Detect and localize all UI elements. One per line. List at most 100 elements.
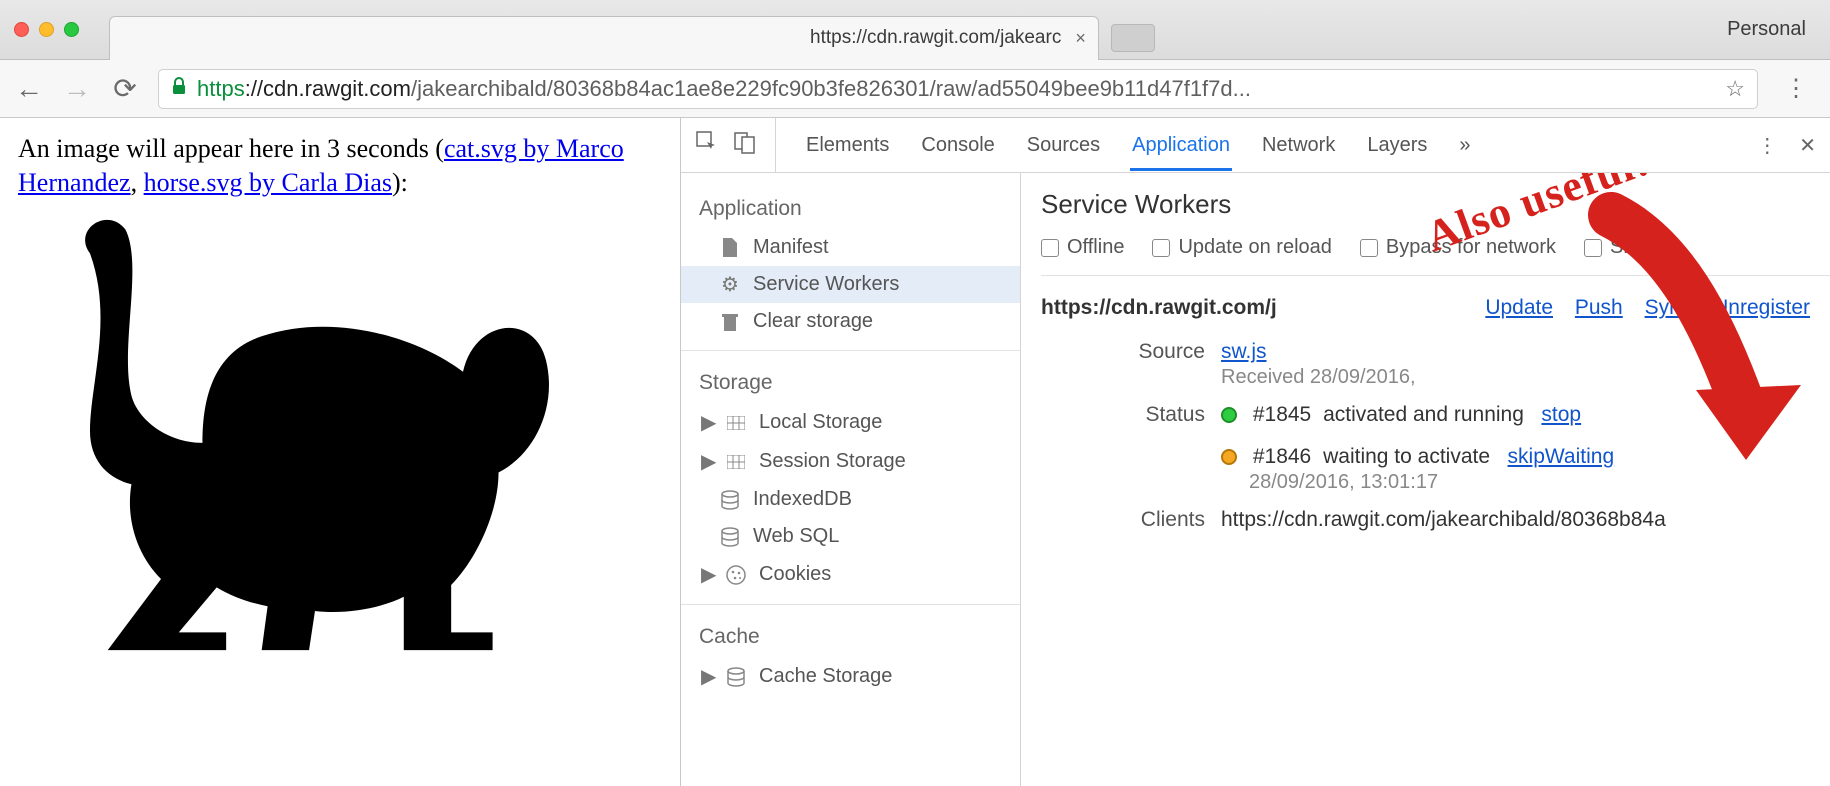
sidebar-item-session-storage[interactable]: ▶ Session Storage [681,442,1020,481]
checkbox-offline[interactable]: Offline [1041,236,1124,259]
devtools-body: Application Manifest ⚙ Service Workers C… [681,173,1830,786]
inspect-icon[interactable] [695,130,719,160]
database-icon [719,489,741,511]
sidebar-item-label: Cache Storage [759,665,892,688]
close-window-button[interactable] [14,22,29,37]
back-button[interactable]: ← [14,73,44,105]
status-id: #1846 [1253,445,1311,468]
tab-elements[interactable]: Elements [804,120,891,171]
status-timestamp: 28/09/2016, 13:01:17 [1249,471,1830,494]
bookmark-star-icon[interactable]: ☆ [1715,76,1745,102]
sidebar-section-cache: Cache [681,615,1020,657]
label-status: Status [1041,403,1221,427]
sw-actions: Update Push Sync Unregister [1469,296,1830,320]
panel-options: Offline Update on reload Bypass for netw… [1041,236,1830,276]
expand-arrow-icon[interactable]: ▶ [701,449,713,474]
profile-label[interactable]: Personal [1727,18,1816,41]
status-text: waiting to activate [1323,445,1490,468]
checkbox-icon [1152,239,1170,257]
tab-sources[interactable]: Sources [1025,120,1102,171]
status-row-waiting: #1846 waiting to activate skipWaiting 28… [1221,445,1830,494]
status-dot-orange-icon [1221,449,1237,465]
value-clients: https://cdn.rawgit.com/jakearchibald/803… [1221,508,1830,532]
checkbox-label: Bypass for network [1386,236,1556,259]
sidebar-item-service-workers[interactable]: ⚙ Service Workers [681,266,1020,303]
sidebar-item-local-storage[interactable]: ▶ Local Storage [681,403,1020,442]
devtools-close-button[interactable]: ✕ [1799,133,1816,158]
sidebar-item-cookies[interactable]: ▶ Cookies [681,555,1020,594]
tab-console[interactable]: Console [919,120,996,171]
menu-button[interactable]: ⋮ [1776,74,1816,103]
reload-button[interactable]: ⟳ [110,72,140,105]
toolbar: ← → ⟳ https ://cdn.rawgit.com /jakearchi… [0,60,1830,118]
tab-title: https://cdn.rawgit.com/jakearc [810,27,1061,49]
checkbox-update-on-reload[interactable]: Update on reload [1152,236,1331,259]
sidebar-item-label: Session Storage [759,450,906,473]
devtools-menu-button[interactable]: ⋮ [1757,133,1777,158]
device-icon[interactable] [733,130,757,160]
service-worker-details: https://cdn.rawgit.com/j Update Push Syn… [1041,276,1830,532]
sw-origin-row: https://cdn.rawgit.com/j Update Push Syn… [1041,296,1830,320]
new-tab-button[interactable] [1111,24,1155,52]
minimize-window-button[interactable] [39,22,54,37]
action-skipwaiting[interactable]: skipWaiting [1508,445,1615,468]
url-path: /jakearchibald/80368b84ac1ae8e229fc90b3f… [411,76,1251,102]
expand-arrow-icon[interactable]: ▶ [701,562,713,587]
sidebar-item-label: IndexedDB [753,488,852,511]
database-icon [719,526,741,548]
intro-prefix: An image will appear here in 3 seconds ( [18,134,444,163]
link-sw-js[interactable]: sw.js [1221,340,1267,363]
sw-origin: https://cdn.rawgit.com/j [1041,296,1277,320]
gear-icon: ⚙ [719,274,741,296]
status-id: #1845 [1253,403,1311,426]
value-source: sw.js Received 28/09/2016, [1221,340,1830,389]
close-tab-button[interactable]: × [1075,28,1086,49]
sidebar-item-label: Cookies [759,563,831,586]
page-icon [122,24,802,52]
sidebar-item-manifest[interactable]: Manifest [681,229,1020,266]
sidebar-item-label: Local Storage [759,411,882,434]
forward-button[interactable]: → [62,73,92,105]
cat-image [18,206,638,656]
titlebar: https://cdn.rawgit.com/jakearc × Persona… [0,0,1830,60]
action-push[interactable]: Push [1575,296,1623,319]
tab-application[interactable]: Application [1130,120,1232,171]
tab-network[interactable]: Network [1260,120,1337,171]
label-source: Source [1041,340,1221,364]
tab-overflow[interactable]: » [1457,120,1472,171]
intro-suffix: ): [392,168,408,197]
browser-tab[interactable]: https://cdn.rawgit.com/jakearc × [109,16,1099,60]
sidebar-item-web-sql[interactable]: Web SQL [681,518,1020,555]
expand-arrow-icon[interactable]: ▶ [701,410,713,435]
action-stop[interactable]: stop [1541,403,1581,426]
database-icon [725,666,747,688]
address-bar[interactable]: https ://cdn.rawgit.com /jakearchibald/8… [158,69,1758,109]
action-update[interactable]: Update [1485,296,1553,319]
status-dot-green-icon [1221,407,1237,423]
action-unregister[interactable]: Unregister [1713,296,1810,319]
window-controls [14,22,79,37]
expand-arrow-icon[interactable]: ▶ [701,664,713,689]
manifest-icon [719,237,741,259]
checkbox-icon [1584,239,1602,257]
lock-icon [171,77,187,100]
action-sync[interactable]: Sync [1645,296,1692,319]
browser-window: https://cdn.rawgit.com/jakearc × Persona… [0,0,1830,786]
storage-grid-icon [725,451,747,473]
devtools-tabs: Elements Console Sources Application Net… [681,118,1830,173]
sidebar-item-label: Clear storage [753,310,873,333]
tab-layers[interactable]: Layers [1365,120,1429,171]
sidebar-item-cache-storage[interactable]: ▶ Cache Storage [681,657,1020,696]
sidebar-item-label: Service Workers [753,273,899,296]
devtools-picker-group [695,118,776,172]
sidebar-item-indexeddb[interactable]: IndexedDB [681,481,1020,518]
application-sidebar: Application Manifest ⚙ Service Workers C… [681,173,1021,786]
sidebar-item-clear-storage[interactable]: Clear storage [681,303,1020,340]
checkbox-bypass-network[interactable]: Bypass for network [1360,236,1556,259]
checkbox-show[interactable]: Show [1584,236,1660,259]
maximize-window-button[interactable] [64,22,79,37]
source-received: Received 28/09/2016, [1221,366,1830,389]
intro-sep: , [131,168,144,197]
link-horse-svg[interactable]: horse.svg by Carla Dias [144,168,392,197]
page-intro: An image will appear here in 3 seconds (… [18,132,662,200]
